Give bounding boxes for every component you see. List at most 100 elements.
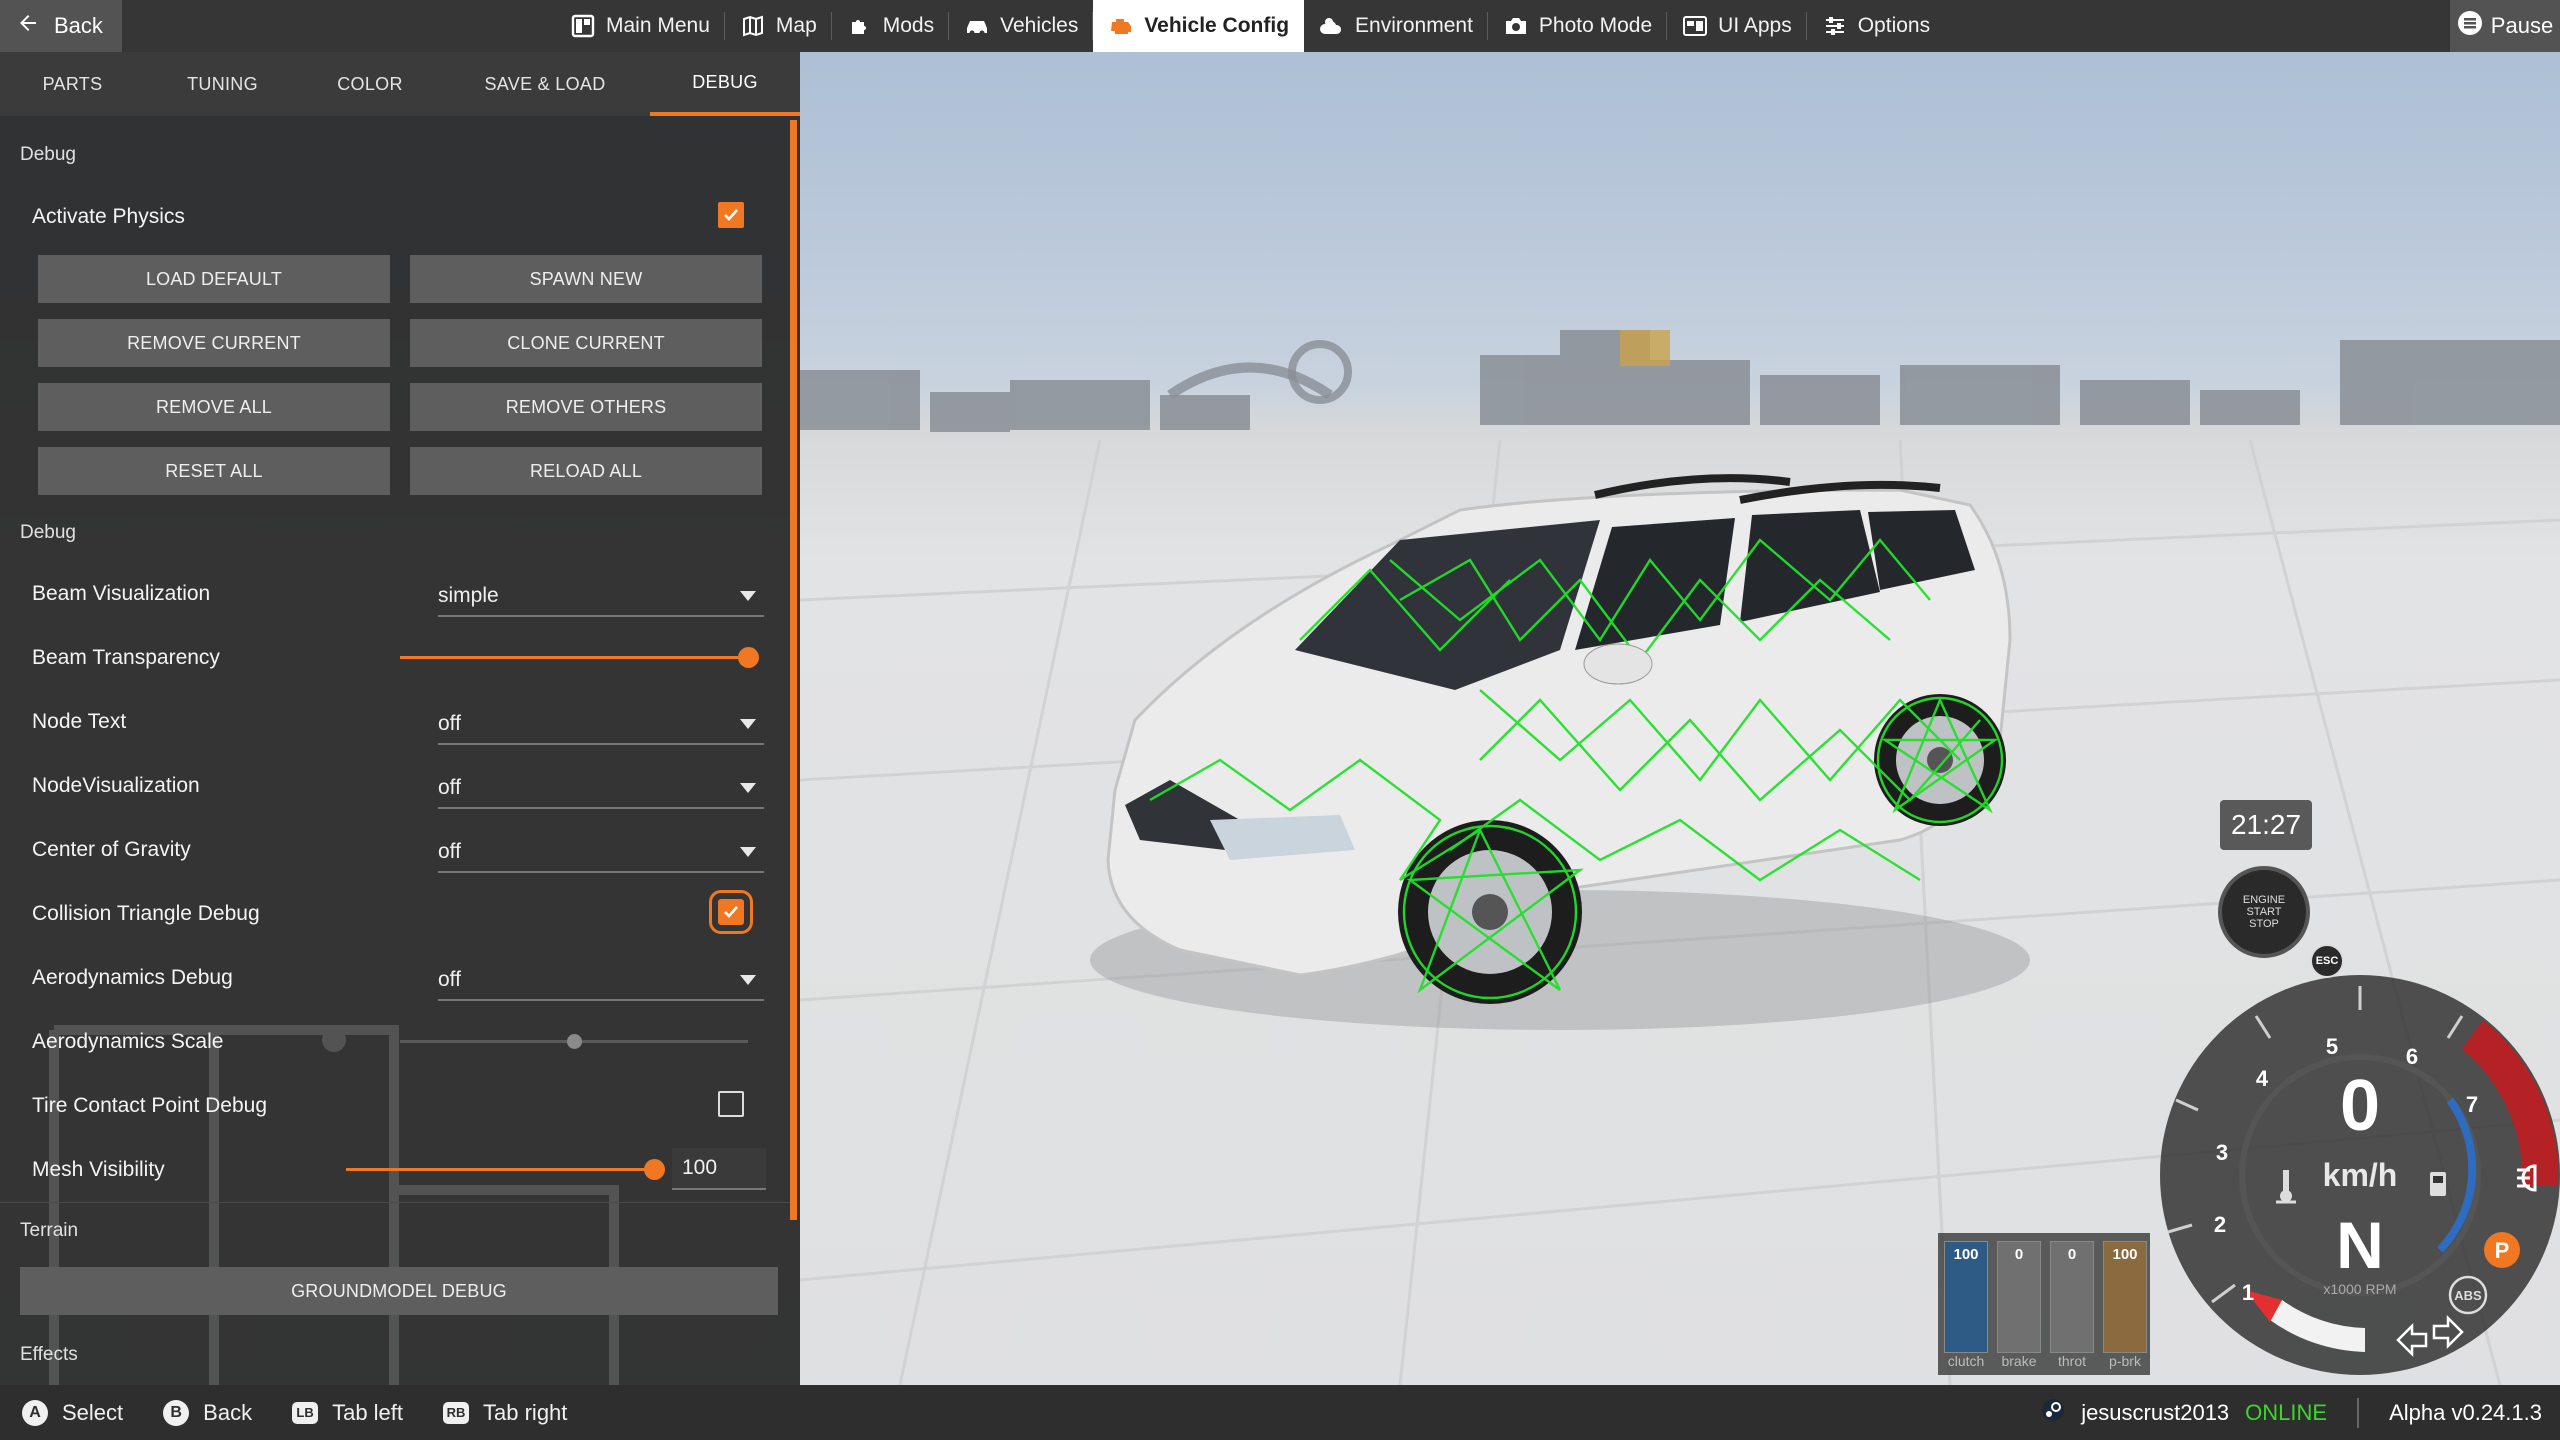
hint-select-label: Select	[62, 1399, 124, 1425]
clock-display: 21:27	[2220, 800, 2312, 850]
slider-thumb[interactable]	[643, 1159, 665, 1180]
node-visualization-label: NodeVisualization	[32, 774, 200, 797]
hint-back[interactable]: B Back	[163, 1399, 253, 1426]
minimap-overlay	[49, 1025, 619, 1415]
tab-color[interactable]: COLOR	[300, 52, 440, 116]
steam-icon	[2041, 1398, 2065, 1428]
beam-visualization-select[interactable]: simple	[438, 577, 764, 617]
top-bar: Back Main Menu Map Mods Vehicles Vehicle	[0, 0, 2560, 52]
rpm-tick-6: 6	[2406, 1044, 2418, 1069]
account-status: jesuscrust2013 ONLINE Alpha v0.24.1.3	[2041, 1385, 2542, 1440]
hint-tab-right-label: Tab right	[483, 1399, 568, 1425]
arrow-left-icon	[16, 11, 40, 41]
weather-icon	[1319, 13, 1345, 39]
map-icon	[740, 13, 766, 39]
nav-vehicle-config[interactable]: Vehicle Config	[1093, 0, 1305, 52]
tab-tuning[interactable]: TUNING	[145, 52, 300, 116]
rpm-tick-1: 1	[2242, 1280, 2254, 1305]
section-debug-title-2: Debug	[20, 522, 76, 543]
nav-environment[interactable]: Environment	[1304, 0, 1488, 52]
slider-fill	[346, 1168, 654, 1171]
reset-all-button[interactable]: RESET ALL	[38, 447, 390, 495]
aerodynamics-debug-select[interactable]: off	[438, 961, 764, 1001]
config-tabs: PARTS TUNING COLOR SAVE & LOAD DEBUG	[0, 52, 800, 116]
node-text-value: off	[438, 712, 461, 735]
remove-others-button[interactable]: REMOVE OTHERS	[410, 383, 762, 431]
pause-button[interactable]: Pause	[2450, 0, 2560, 52]
aerodynamics-scale-slider[interactable]	[400, 1034, 748, 1049]
bottom-bar: A Select B Back LB Tab left RB Tab right…	[0, 1385, 2560, 1440]
nav-map-label: Map	[775, 14, 817, 37]
hint-back-label: Back	[203, 1399, 253, 1425]
tab-save-load[interactable]: SAVE & LOAD	[440, 52, 650, 116]
pedal-value: 0	[2067, 1246, 2077, 1263]
pedal-label: p-brk	[2109, 1353, 2141, 1369]
hint-select[interactable]: A Select	[22, 1399, 124, 1426]
pedal-label: brake	[2001, 1353, 2037, 1369]
slider-thumb[interactable]	[566, 1034, 582, 1049]
groundmodel-debug-button[interactable]: GROUNDMODEL DEBUG	[20, 1267, 778, 1315]
mesh-visibility-input[interactable]: 100	[672, 1148, 766, 1190]
back-button[interactable]: Back	[0, 0, 122, 52]
nav-ui-apps-label: UI Apps	[1718, 14, 1792, 37]
aerodynamics-debug-label: Aerodynamics Debug	[32, 966, 233, 989]
nav-mods[interactable]: Mods	[832, 0, 950, 52]
collision-triangle-debug-checkbox[interactable]	[709, 890, 753, 934]
pedal-clutch: 100	[1944, 1241, 1988, 1353]
tab-debug[interactable]: DEBUG	[650, 52, 800, 116]
activate-physics-checkbox[interactable]	[718, 202, 744, 228]
version-label: Alpha v0.24.1.3	[2389, 1399, 2542, 1425]
pedal-value: 0	[2014, 1246, 2024, 1263]
nav-vehicles[interactable]: Vehicles	[949, 0, 1094, 52]
nav-options[interactable]: Options	[1807, 0, 1945, 52]
nav-ui-apps[interactable]: UI Apps	[1667, 0, 1807, 52]
slider-fill	[400, 656, 748, 659]
spawn-new-button[interactable]: SPAWN NEW	[410, 255, 762, 303]
engine-button-line-1: ENGINE	[2242, 894, 2286, 906]
remove-current-button[interactable]: REMOVE CURRENT	[38, 319, 390, 367]
collision-triangle-debug-label: Collision Triangle Debug	[32, 902, 260, 925]
pedal-value: 100	[1953, 1246, 1979, 1263]
tab-parts[interactable]: PARTS	[0, 52, 145, 116]
engine-button-line-2: START	[2246, 906, 2282, 918]
node-text-select[interactable]: off	[438, 705, 764, 745]
gear-indicator: N	[2336, 1208, 2384, 1282]
nav-photo-mode[interactable]: Photo Mode	[1488, 0, 1668, 52]
remove-all-button[interactable]: REMOVE ALL	[38, 383, 390, 431]
pedal-throttle: 0	[2050, 1241, 2094, 1353]
panel-scrollbar[interactable]	[790, 120, 797, 1220]
nav-map[interactable]: Map	[725, 0, 832, 52]
gamepad-rb-icon: RB	[443, 1401, 470, 1424]
aerodynamics-scale-label: Aerodynamics Scale	[32, 1030, 224, 1053]
nav-photo-mode-label: Photo Mode	[1538, 14, 1653, 37]
engine-button-line-3: STOP	[2249, 918, 2279, 930]
apps-icon	[1682, 13, 1708, 39]
clone-current-button[interactable]: CLONE CURRENT	[410, 319, 762, 367]
slider-thumb[interactable]	[737, 647, 759, 668]
mesh-visibility-slider[interactable]	[346, 1159, 665, 1180]
node-visualization-value: off	[438, 776, 461, 799]
rpm-tick-4: 4	[2256, 1066, 2269, 1091]
hint-tab-right[interactable]: RB Tab right	[443, 1400, 567, 1426]
reload-all-button[interactable]: RELOAD ALL	[410, 447, 762, 495]
back-button-label: Back	[54, 13, 103, 38]
tire-contact-point-debug-checkbox[interactable]	[718, 1091, 744, 1117]
gamepad-lb-icon: LB	[292, 1401, 319, 1424]
pedal-label: clutch	[1947, 1353, 1985, 1369]
center-of-gravity-select[interactable]: off	[438, 833, 764, 873]
hint-tab-left[interactable]: LB Tab left	[292, 1400, 403, 1426]
engine-start-stop-button[interactable]: ENGINE START STOP	[2218, 866, 2310, 958]
node-visualization-select[interactable]: off	[438, 769, 764, 809]
sliders-icon	[1822, 13, 1848, 39]
nav-main-menu[interactable]: Main Menu	[555, 0, 725, 52]
abs-label: ABS	[2454, 1288, 2482, 1303]
rpm-label: x1000 RPM	[2323, 1281, 2396, 1297]
load-default-button[interactable]: LOAD DEFAULT	[38, 255, 390, 303]
nav-environment-label: Environment	[1355, 14, 1473, 37]
tire-contact-point-debug-label: Tire Contact Point Debug	[32, 1094, 268, 1117]
section-terrain-title: Terrain	[20, 1220, 79, 1241]
pedal-parking-brake: 100	[2103, 1241, 2147, 1353]
section-debug-title: Debug	[20, 144, 76, 165]
beam-transparency-slider[interactable]	[400, 647, 759, 668]
nav-main-menu-label: Main Menu	[606, 14, 710, 37]
